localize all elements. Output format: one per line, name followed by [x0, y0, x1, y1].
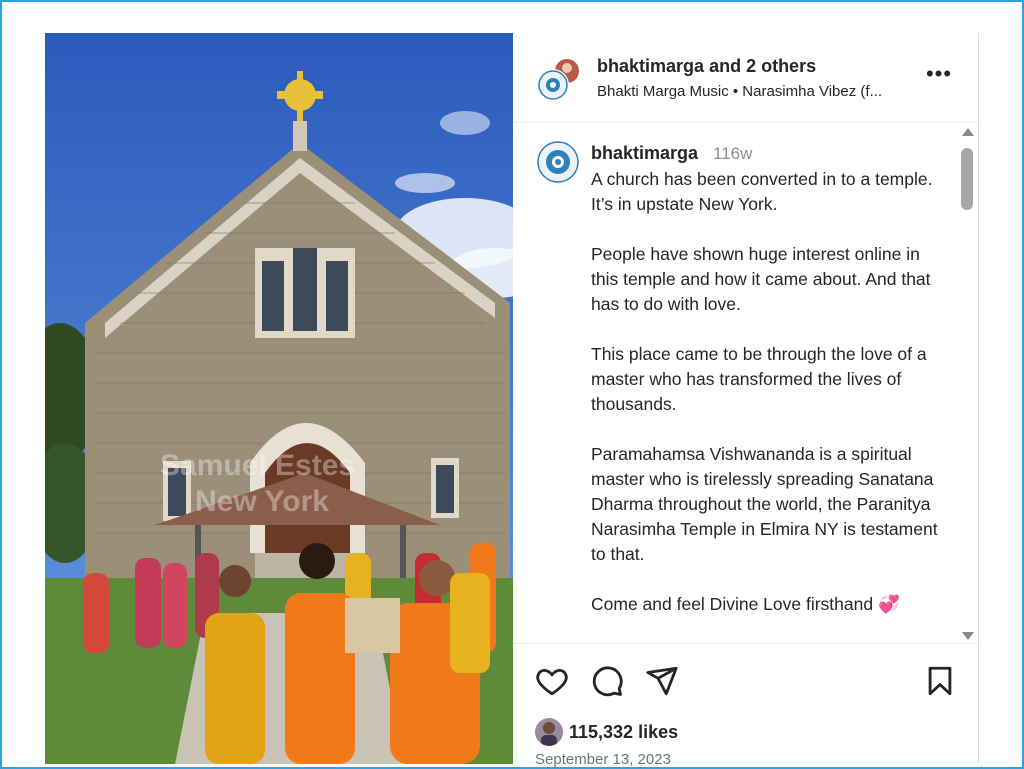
- audio-subtitle[interactable]: Bhakti Marga Music • Narasimha Vibez (f.…: [597, 83, 882, 100]
- post-header: bhaktimarga and 2 others Bhakti Marga Mu…: [513, 33, 978, 123]
- scroll-thumb[interactable]: [961, 148, 973, 210]
- post-photo: Samuel Estes New York: [45, 33, 513, 764]
- scroll-down-arrow-icon[interactable]: [962, 632, 974, 640]
- bookmark-icon[interactable]: [923, 664, 957, 698]
- post-owner-line: bhaktimarga and 2 others: [597, 56, 816, 77]
- comment-icon[interactable]: [590, 664, 624, 698]
- post-panel: bhaktimarga and 2 others Bhakti Marga Mu…: [513, 33, 979, 768]
- post-actions: 115,332 likes September 13, 2023: [513, 643, 978, 768]
- caption-avatar[interactable]: [537, 141, 579, 183]
- watermark-line-1: Samuel Estes: [160, 449, 355, 482]
- post-media[interactable]: Samuel Estes New York: [45, 33, 513, 764]
- caption-username[interactable]: bhaktimarga: [591, 143, 698, 164]
- scroll-up-arrow-icon[interactable]: [962, 128, 974, 136]
- heart-icon[interactable]: [535, 664, 569, 698]
- caption-scroll-area[interactable]: bhaktimarga 116w A church has been conve…: [513, 123, 958, 641]
- caption-scrollbar[interactable]: [959, 128, 975, 640]
- post-date[interactable]: September 13, 2023: [535, 751, 671, 768]
- caption-age[interactable]: 116w: [713, 144, 752, 164]
- more-options-icon[interactable]: •••: [924, 63, 954, 89]
- watermark-line-2: New York: [195, 485, 329, 518]
- likes-count[interactable]: 115,332 likes: [569, 722, 678, 743]
- collab-avatars[interactable]: [537, 57, 580, 101]
- caption-text: A church has been converted in to a temp…: [591, 169, 938, 614]
- liker-avatar[interactable]: [535, 718, 563, 746]
- owner-username[interactable]: bhaktimarga: [597, 56, 704, 76]
- collaborators-link[interactable]: and 2 others: [709, 56, 816, 76]
- share-icon[interactable]: [645, 664, 679, 698]
